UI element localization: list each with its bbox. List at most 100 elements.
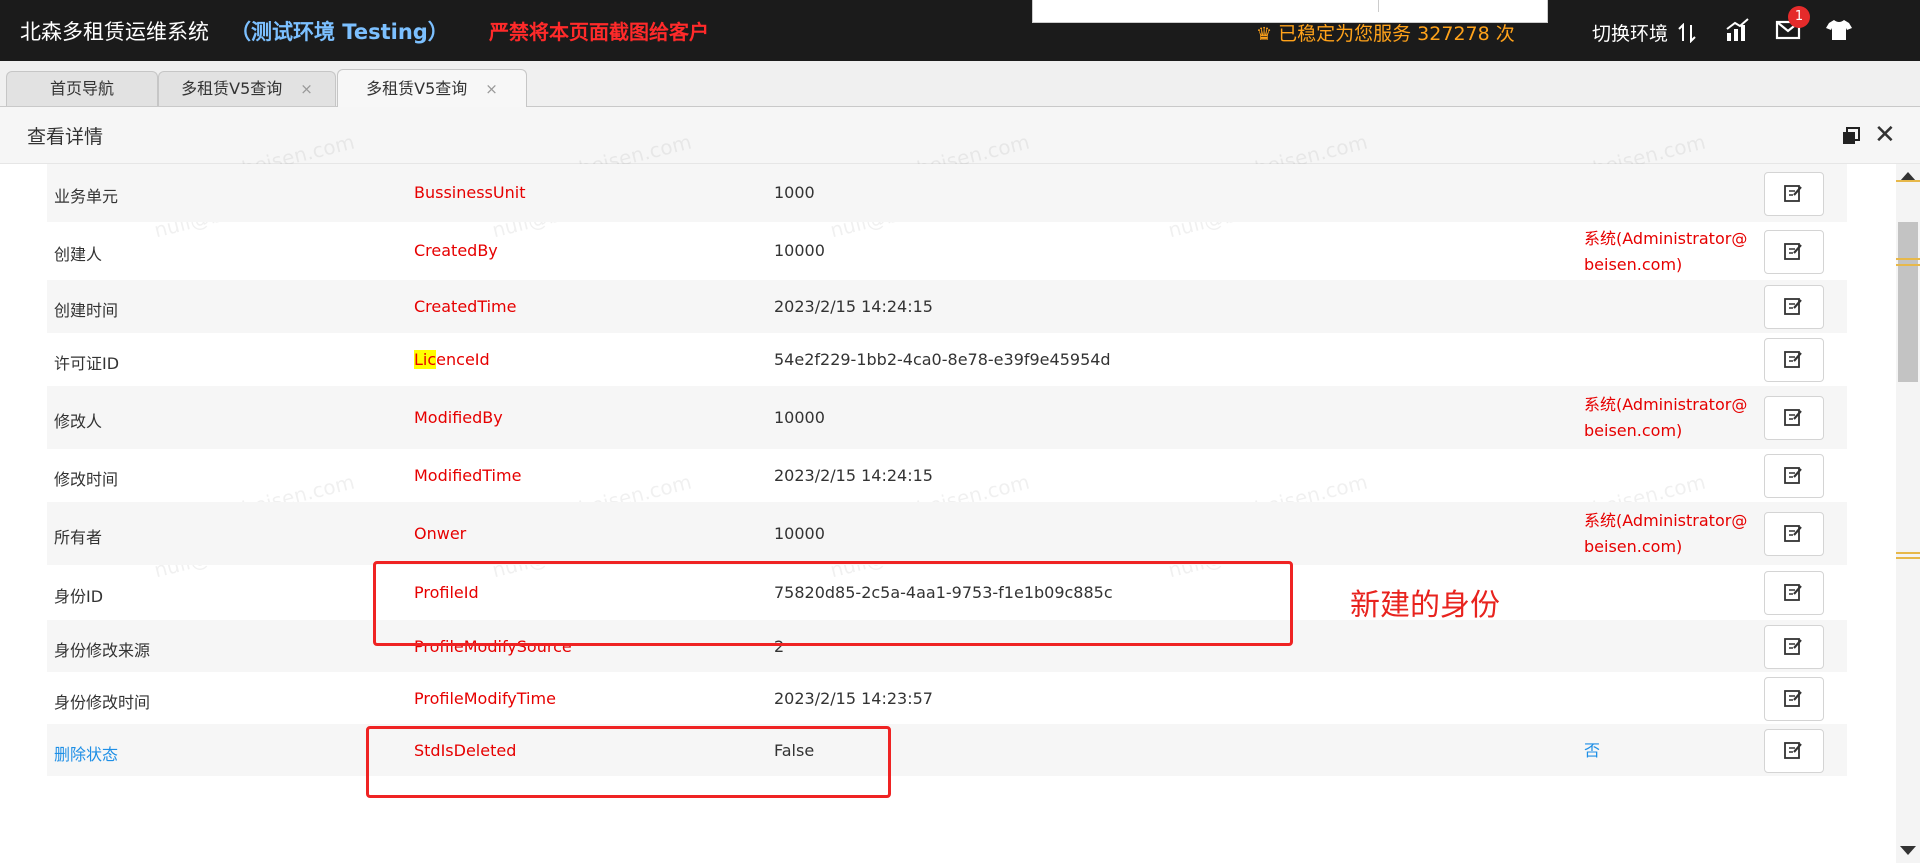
edit-icon [1784,351,1802,368]
table-row: 身份修改时间 ProfileModifyTime 2023/2/15 14:23… [47,672,1847,724]
tab-home[interactable]: 首页导航 [6,71,158,106]
restore-window-icon[interactable] [1841,126,1861,146]
edit-button[interactable] [1764,512,1824,556]
edit-icon [1784,467,1802,484]
row-value: 10000 [774,524,825,543]
edit-button[interactable] [1764,677,1824,721]
row-field: ModifiedBy [414,408,503,427]
edit-icon [1784,584,1802,601]
service-text: 已稳定为您服务 327278 次 [1278,23,1515,45]
row-value: 10000 [774,408,825,427]
row-value: 2023/2/15 14:24:15 [774,297,933,316]
row-display: 系统(Administrator@beisen.com) [1584,395,1748,440]
scroll-marker [1896,264,1920,266]
app-title: 北森多租赁运维系统 [20,20,209,44]
row-label: 创建时间 [54,301,119,320]
row-label: 身份修改来源 [54,641,151,660]
scroll-marker [1896,557,1920,559]
row-label: 业务单元 [54,187,119,206]
edit-icon [1784,409,1802,426]
scroll-down-arrow-icon[interactable] [1900,846,1916,855]
edit-button[interactable] [1764,230,1824,274]
screenshot-warning: 严禁将本页面截图给客户 [489,20,709,44]
edit-icon [1784,690,1802,707]
edit-icon [1784,525,1802,542]
row-value: 54e2f229-1bb2-4ca0-8e78-e39f9e45954d [774,350,1111,369]
popup-divider [1378,0,1379,12]
field-rest: enceId [436,350,490,369]
switch-env-label: 切换环境 [1592,23,1669,45]
environment-tag: （测试环境 Testing） [230,20,449,44]
row-display: 否 [1584,741,1601,760]
edit-icon [1784,298,1802,315]
scroll-marker [1896,552,1920,554]
annotation-box-profile-id [373,561,1293,646]
table-row: 修改时间 ModifiedTime 2023/2/15 14:24:15 [47,449,1847,502]
row-field: CreatedBy [414,241,498,260]
row-field: ProfileModifyTime [414,689,556,708]
row-label: 身份ID [54,587,104,606]
row-value: 2023/2/15 14:24:15 [774,466,933,485]
row-display: 系统(Administrator@beisen.com) [1584,511,1748,556]
row-label: 身份修改时间 [54,693,151,712]
table-row: 创建人 CreatedBy 10000 系统(Administrator@bei… [47,222,1847,280]
edit-button[interactable] [1764,172,1824,216]
edit-button[interactable] [1764,285,1824,329]
tab-v5-query-1[interactable]: 多租赁V5查询 × [158,71,336,106]
chart-icon[interactable] [1725,17,1751,43]
edit-icon [1784,185,1802,202]
edit-button[interactable] [1764,729,1824,773]
table-row: 所有者 Onwer 10000 系统(Administrator@beisen.… [47,502,1847,565]
scroll-marker [1896,180,1920,182]
row-field: Onwer [414,524,467,543]
edit-button[interactable] [1764,454,1824,498]
row-label: 修改人 [54,412,103,431]
mail-badge: 1 [1788,6,1810,28]
edit-button[interactable] [1764,396,1824,440]
row-label: 创建人 [54,245,103,264]
edit-button[interactable] [1764,338,1824,382]
tab-close-icon[interactable]: × [485,80,498,98]
top-bar: 北森多租赁运维系统 （测试环境 Testing） 严禁将本页面截图给客户 ♛ 已稳… [0,0,1920,61]
panel-header: 查看详情 [0,107,1920,164]
table-row: 许可证ID LicenceId 54e2f229-1bb2-4ca0-8e78-… [47,333,1847,386]
annotation-box-deleted [366,726,891,798]
search-highlight: Lic [414,350,437,369]
tab-close-icon[interactable]: × [300,80,313,98]
row-field: BussinessUnit [414,183,526,202]
edit-icon [1784,243,1802,260]
row-label: 许可证ID [54,354,120,373]
scrollbar-thumb[interactable] [1898,222,1918,382]
edit-icon [1784,638,1802,655]
row-field: CreatedTime [414,297,517,316]
close-panel-icon[interactable]: ✕ [1874,122,1896,148]
scroll-marker [1896,258,1920,260]
table-row: 修改人 ModifiedBy 10000 系统(Administrator@be… [47,386,1847,449]
table-row: 创建时间 CreatedTime 2023/2/15 14:24:15 [47,280,1847,333]
tab-label: 多租赁V5查询 [181,79,283,98]
edit-icon [1784,742,1802,759]
service-counter: ♛ 已稳定为您服务 327278 次 [1256,19,1515,46]
row-value: 1000 [774,183,815,202]
row-display: 系统(Administrator@beisen.com) [1584,229,1748,274]
row-field: ModifiedTime [414,466,522,485]
shirt-icon[interactable] [1826,19,1852,41]
row-field: LicenceId [414,350,490,369]
edit-button[interactable] [1764,625,1824,669]
table-row: 业务单元 BussinessUnit 1000 [47,164,1847,222]
row-value: 2023/2/15 14:23:57 [774,689,933,708]
tab-label: 多租赁V5查询 [366,79,468,98]
crown-icon: ♛ [1256,24,1273,45]
tab-v5-query-2[interactable]: 多租赁V5查询 × [337,69,527,108]
table-row: 删除状态 StdIsDeleted False 否 [47,724,1847,776]
panel-title: 查看详情 [27,126,104,148]
edit-button[interactable] [1764,571,1824,615]
switch-env-button[interactable]: 切换环境 [1592,19,1696,46]
annotation-text: 新建的身份 [1350,588,1500,623]
tab-bar: 首页导航 多租赁V5查询 × 多租赁V5查询 × [0,61,1920,108]
row-label: 所有者 [54,528,103,547]
switch-env-icon [1678,22,1696,44]
row-label: 修改时间 [54,470,119,489]
row-value: 10000 [774,241,825,260]
row-label[interactable]: 删除状态 [54,741,118,765]
